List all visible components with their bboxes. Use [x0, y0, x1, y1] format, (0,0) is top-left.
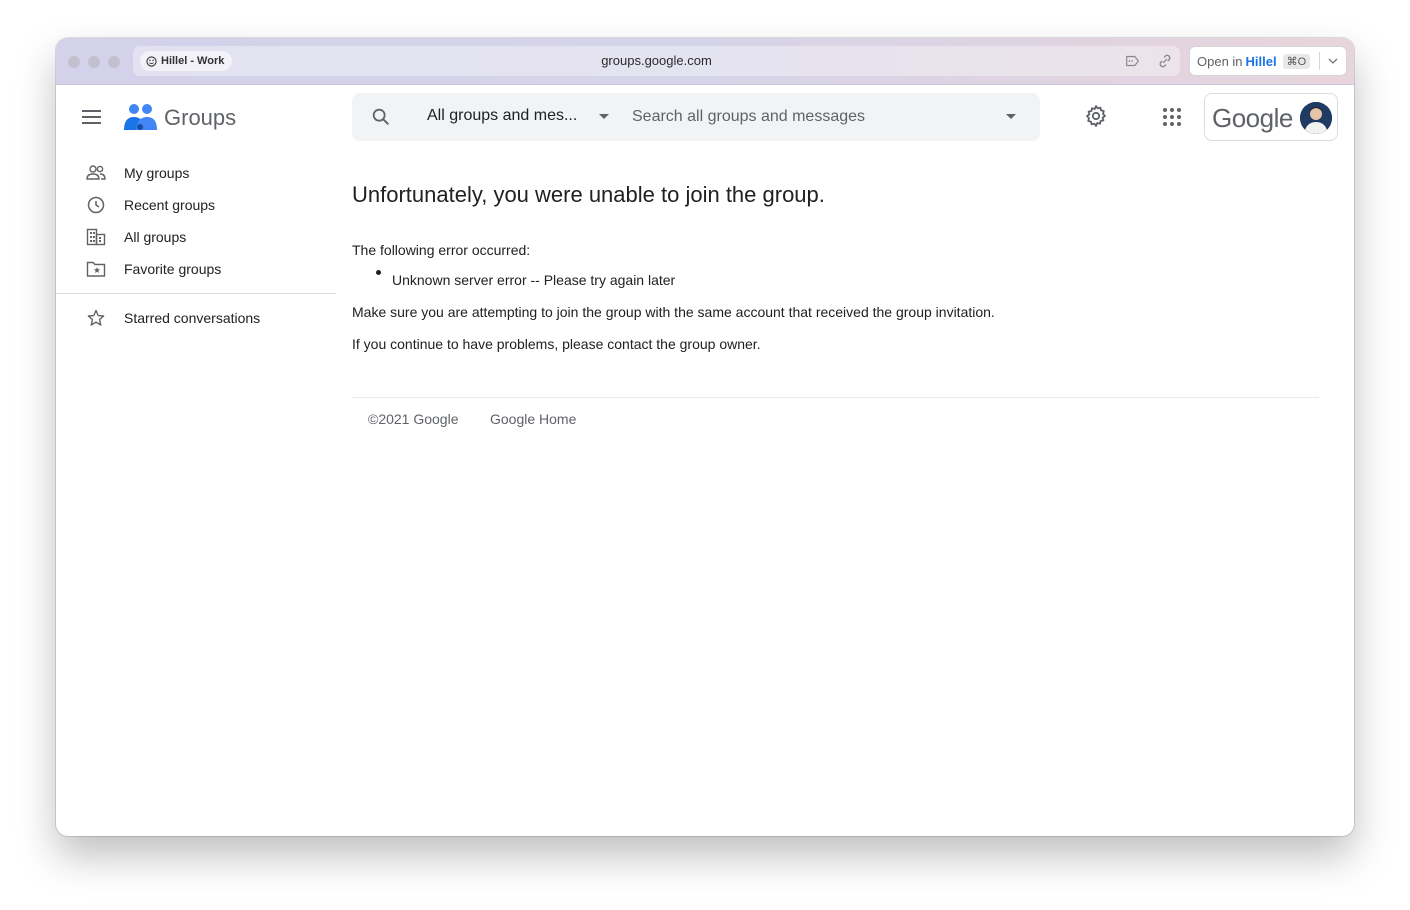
caret-down-icon[interactable] [598, 113, 610, 121]
clock-icon [87, 196, 105, 214]
star-folder-icon [86, 261, 106, 277]
sidebar-item-my-groups[interactable]: My groups [56, 157, 336, 189]
chevron-down-icon[interactable] [1327, 55, 1339, 67]
app-title[interactable]: Groups [164, 105, 236, 131]
search-options-icon[interactable] [1005, 113, 1017, 121]
copyright: ©2021 Google [368, 411, 459, 427]
page-title: Unfortunately, you were unable to join t… [352, 182, 825, 207]
groups-app: Groups All groups and mes... Search all … [56, 86, 1354, 836]
apps-grid-icon[interactable] [1160, 105, 1184, 129]
building-icon [86, 228, 106, 246]
open-in-target: Hillel [1245, 53, 1277, 69]
google-home-link[interactable]: Google Home [490, 411, 576, 427]
title-bar: Hillel - Work groups.google.com Open in H… [56, 38, 1354, 85]
sidebar-item-label: All groups [124, 229, 187, 245]
search-scope-select[interactable]: All groups and mes... [427, 107, 577, 125]
menu-icon[interactable] [81, 108, 103, 126]
close-window-button[interactable] [68, 56, 80, 68]
star-icon [87, 309, 105, 326]
sidebar-item-all-groups[interactable]: All groups [56, 221, 336, 253]
sidebar-item-favorite-groups[interactable]: Favorite groups [56, 253, 336, 285]
google-wordmark: Google [1212, 103, 1293, 133]
sidebar-item-label: My groups [124, 165, 190, 181]
account-button[interactable]: Google [1204, 93, 1338, 141]
advice-contact-owner: If you continue to have problems, please… [352, 336, 761, 352]
browser-window: Hillel - Work groups.google.com Open in H… [56, 38, 1354, 836]
gear-icon[interactable] [1084, 104, 1108, 128]
minimize-window-button[interactable] [88, 56, 100, 68]
sidebar-divider [56, 293, 336, 294]
avatar [1300, 102, 1332, 134]
shortcut-badge: ⌘O [1282, 53, 1311, 69]
advice-account: Make sure you are attempting to join the… [352, 304, 995, 320]
divider [1319, 52, 1321, 70]
sidebar-item-label: Starred conversations [124, 310, 261, 326]
link-icon[interactable] [1156, 52, 1174, 70]
search-input[interactable] [632, 101, 992, 133]
extension-icon[interactable] [1124, 52, 1142, 70]
zoom-window-button[interactable] [108, 56, 120, 68]
people-icon [86, 165, 106, 180]
sidebar-item-starred-conversations[interactable]: Starred conversations [56, 302, 336, 334]
open-in-prefix: Open in [1197, 53, 1243, 69]
footer-divider [352, 397, 1319, 398]
sidebar-item-label: Favorite groups [124, 261, 222, 277]
sidebar-item-recent-groups[interactable]: Recent groups [56, 189, 336, 221]
open-in-button[interactable]: Open in Hillel ⌘O [1189, 46, 1347, 76]
url-text[interactable]: groups.google.com [133, 53, 1180, 68]
search-icon[interactable] [370, 106, 392, 128]
sidebar-item-label: Recent groups [124, 197, 216, 213]
bullet-dot [376, 270, 381, 275]
groups-logo-icon[interactable] [122, 102, 158, 132]
address-bar[interactable]: Hillel - Work groups.google.com [133, 46, 1180, 76]
search-bar: All groups and mes... [352, 93, 1040, 141]
avatar-image-icon [1300, 102, 1332, 134]
error-message: Unknown server error -- Please try again… [392, 272, 676, 288]
error-intro: The following error occurred: [352, 242, 531, 258]
